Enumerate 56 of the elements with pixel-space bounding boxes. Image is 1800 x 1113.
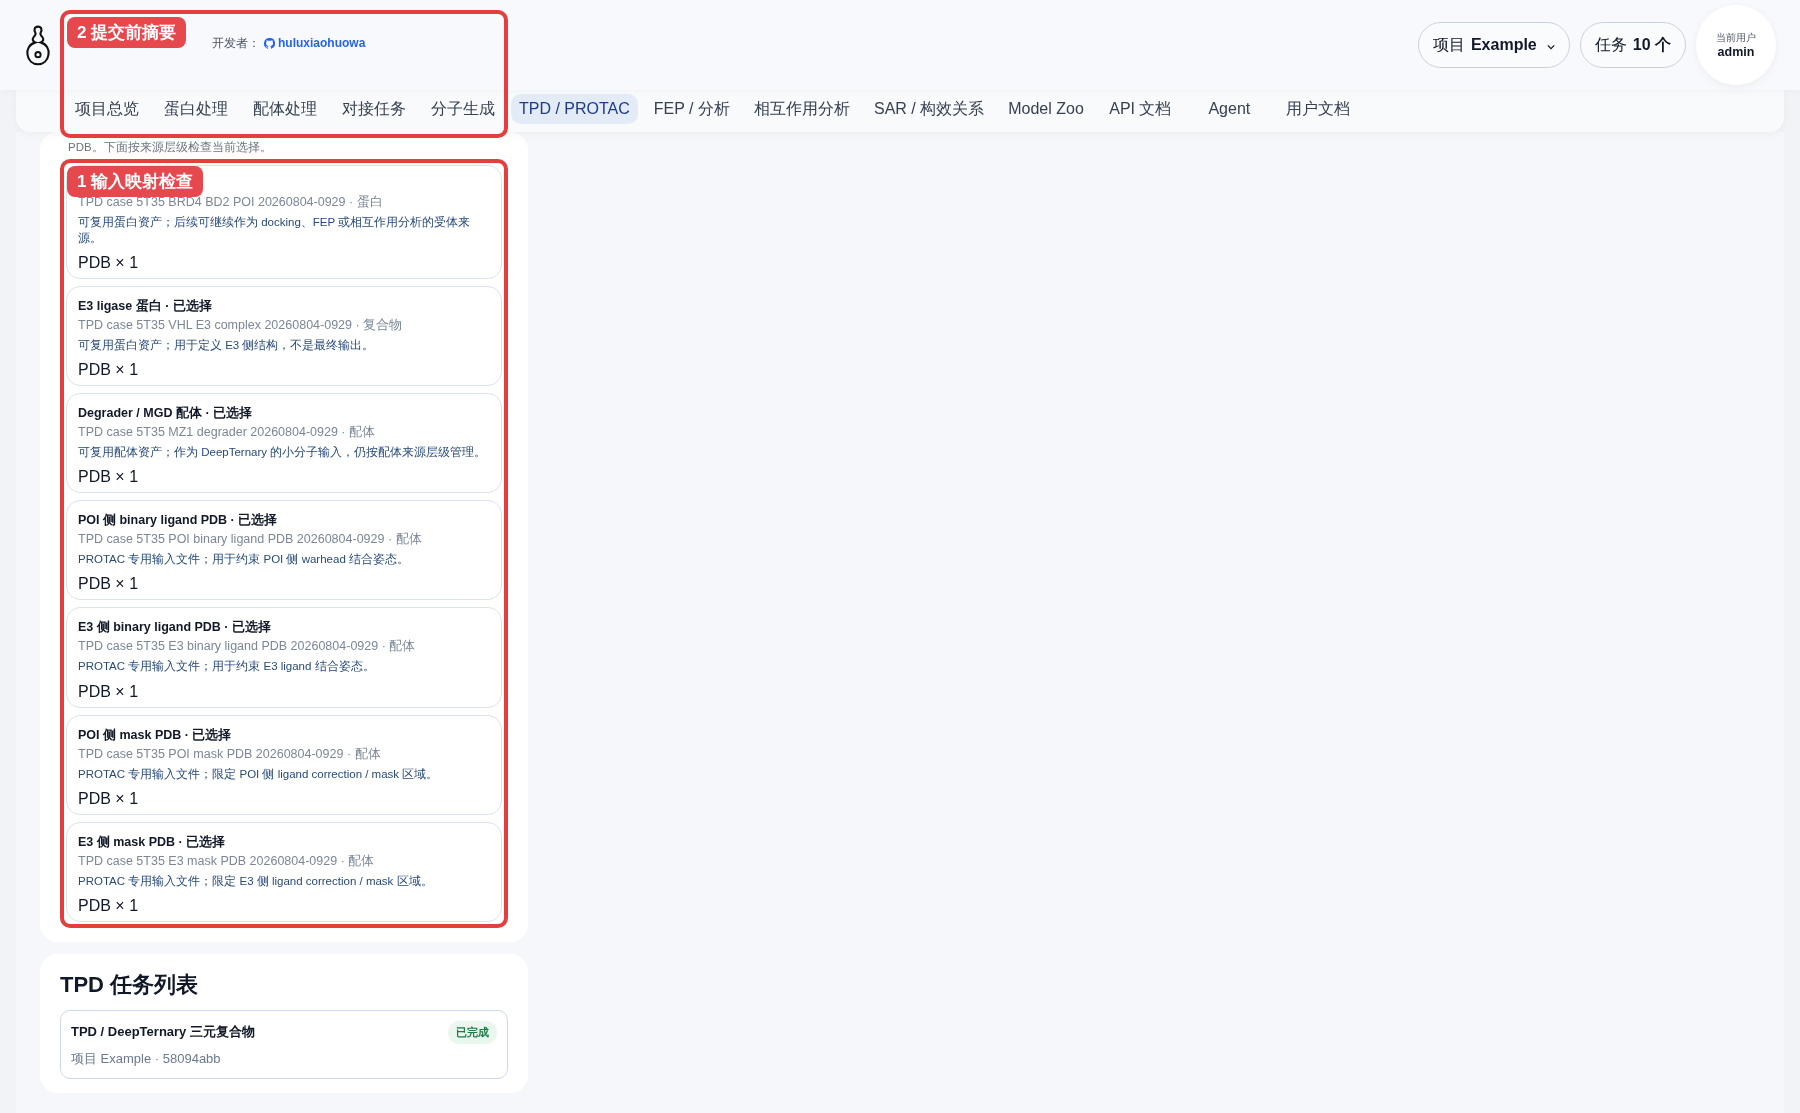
- developer-link[interactable]: huluxiaohuowa: [264, 36, 366, 50]
- nav-tab[interactable]: 项目总览: [66, 94, 147, 124]
- nav-tab[interactable]: 用户文档: [1277, 94, 1359, 124]
- nav-tab[interactable]: 相互作用分析: [746, 94, 858, 124]
- annotation-label: 1 输入映射检查: [67, 166, 204, 197]
- intro-text: PDB。下面按来源层级检查当前选择。: [68, 140, 273, 155]
- file-count: PDB × 1: [78, 468, 140, 487]
- input-note: PROTAC 专用输入文件；用于约束 POI 侧 warhead 结合姿态。: [78, 552, 410, 568]
- user-button[interactable]: 当前用户 admin: [1696, 5, 1776, 85]
- nav-tab[interactable]: Agent: [1188, 94, 1270, 124]
- input-note: 可复用蛋白资产；用于定义 E3 侧结构，不是最终输出。: [78, 338, 376, 354]
- panel-title: TPD 任务列表: [60, 970, 200, 999]
- input-source: TPD case 5T35 E3 mask PDB 20260804-0929 · 配体: [78, 852, 376, 870]
- annotation-label: 2 提交前摘要: [67, 17, 187, 48]
- input-source: TPD case 5T35 VHL E3 complex 20260804-0929 · 复合物: [78, 317, 404, 335]
- input-note: PROTAC 专用输入文件；限定 POI 侧 ligand correction / mask 区域。: [78, 766, 440, 782]
- task-name: TPD / DeepTernary 三元复合物: [71, 1023, 255, 1042]
- input-title: POI 侧 binary ligand PDB · 已选择: [78, 512, 279, 530]
- nav-tab[interactable]: 配体处理: [244, 94, 325, 124]
- input-note: 可复用蛋白资产；后续可继续作为 docking、FEP 或相互作用分析的受体来源。: [78, 215, 472, 247]
- task-card[interactable]: TPD / DeepTernary 三元复合物 已完成 项目 Example · 58094abb: [60, 1009, 508, 1079]
- caret-icon: [1546, 44, 1555, 50]
- nav-tab[interactable]: TPD / PROTAC: [511, 94, 638, 124]
- file-count: PDB × 1: [78, 789, 140, 808]
- file-count: PDB × 1: [78, 575, 140, 594]
- nav-tab[interactable]: FEP / 分析: [645, 94, 738, 124]
- task-meta: 项目 Example · 58094abb: [71, 1049, 222, 1068]
- gourd-logo-icon: [24, 23, 52, 67]
- nav-tab[interactable]: API 文档: [1099, 94, 1181, 124]
- file-count: PDB × 1: [78, 896, 140, 915]
- input-title: E3 侧 mask PDB · 已选择: [78, 833, 227, 851]
- input-title: E3 侧 binary ligand PDB · 已选择: [78, 619, 272, 637]
- input-source: TPD case 5T35 E3 binary ligand PDB 20260804-0929 · 配体: [78, 638, 417, 656]
- file-count: PDB × 1: [78, 682, 140, 701]
- developer-label: 开发者：: [212, 34, 260, 52]
- input-note: PROTAC 专用输入文件；限定 E3 侧 ligand correction / mask 区域。: [78, 873, 434, 889]
- input-title: E3 ligase 蛋白 · 已选择: [78, 298, 213, 316]
- file-count: PDB × 1: [78, 254, 140, 273]
- input-title: Degrader / MGD 配体 · 已选择: [78, 405, 254, 423]
- nav-tab[interactable]: Model Zoo: [1000, 94, 1092, 124]
- nav-tab[interactable]: 对接任务: [333, 94, 414, 124]
- github-icon: [264, 37, 275, 49]
- input-note: 可复用配体资产；作为 DeepTernary 的小分子输入，仍按配体来源层级管理。: [78, 445, 488, 461]
- nav-tab[interactable]: 分子生成: [422, 94, 503, 124]
- status-badge: 已完成: [448, 1020, 497, 1044]
- project-selector[interactable]: 项目 Example: [1417, 22, 1570, 68]
- input-source: TPD case 5T35 POI mask PDB 20260804-0929 · 配体: [78, 745, 382, 763]
- nav-tab[interactable]: SAR / 构效关系: [866, 94, 993, 124]
- nav-tab[interactable]: 蛋白处理: [155, 94, 236, 124]
- input-source: TPD case 5T35 BRD4 BD2 POI 20260804-0929 · 蛋白: [78, 194, 384, 211]
- input-source: TPD case 5T35 POI binary ligand PDB 20260804-0929 · 配体: [78, 531, 423, 549]
- task-count-button[interactable]: 任务 10 个: [1579, 22, 1686, 68]
- input-note: PROTAC 专用输入文件；用于约束 E3 ligand 结合姿态。: [78, 659, 376, 675]
- input-title: POI 侧 mask PDB · 已选择: [78, 726, 233, 744]
- file-count: PDB × 1: [78, 361, 140, 380]
- input-source: TPD case 5T35 MZ1 degrader 20260804-0929 · 配体: [78, 424, 376, 442]
